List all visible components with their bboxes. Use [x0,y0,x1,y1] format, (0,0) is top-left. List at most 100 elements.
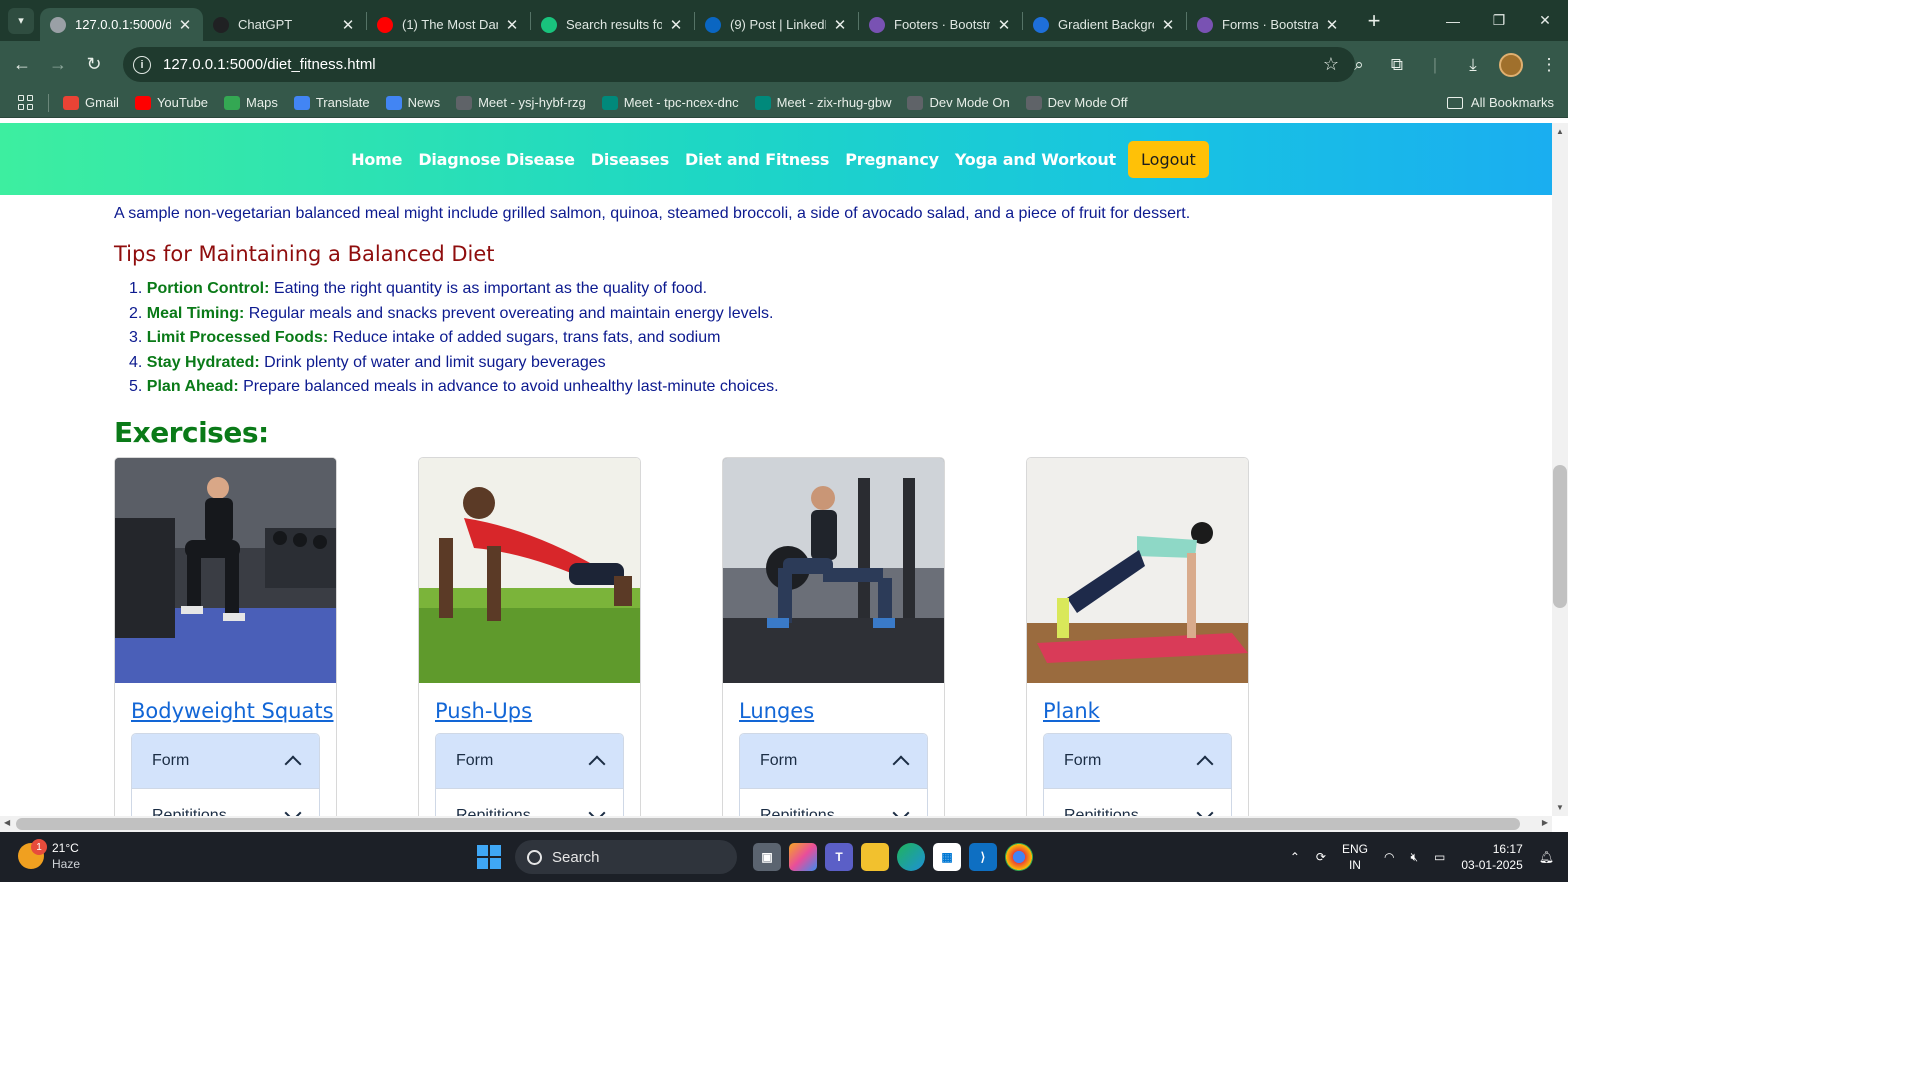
scroll-up-icon[interactable]: ▲ [1556,127,1564,136]
accordion-repetitions-header[interactable]: Repititions [436,788,623,816]
notification-bell-icon[interactable]: 🔔︎ [1539,850,1554,864]
accordion-repetitions-header[interactable]: Repititions [132,788,319,816]
accordion-form-header[interactable]: Form [132,734,319,788]
profile-avatar[interactable] [1492,52,1530,77]
google-lens-icon[interactable]: ⌕ [1340,55,1378,75]
nav-link-yoga-and-workout[interactable]: Yoga and Workout [955,150,1116,169]
bookmark-item[interactable]: Meet - tpc-ncex-dnc [601,95,739,110]
vscode-icon[interactable]: ⟩ [969,843,997,871]
close-tab-icon[interactable]: ✕ [996,16,1012,34]
task-view-icon[interactable]: ▣ [753,843,781,871]
close-tab-icon[interactable]: ✕ [177,16,193,34]
close-tab-icon[interactable]: ✕ [832,16,848,34]
site-info-icon[interactable]: i [133,55,151,74]
extensions-icon[interactable]: ⧉ [1378,55,1416,75]
exercise-title-link[interactable]: Push-Ups [435,699,640,724]
taskbar-search[interactable]: Search [515,840,737,874]
bookmark-star-icon[interactable]: ☆ [1323,54,1339,75]
language-indicator[interactable]: ENG IN [1342,841,1368,873]
close-tab-icon[interactable]: ✕ [504,16,520,34]
exercise-title-link[interactable]: Lunges [739,699,944,724]
close-window-icon[interactable]: ✕ [1522,0,1568,41]
wifi-icon[interactable]: ◠ [1384,850,1394,864]
browser-tab[interactable]: Gradient Background ✕ [1023,8,1186,41]
reload-icon[interactable]: ↻ [76,47,112,83]
bookmark-item[interactable]: Meet - ysj-hybf-rzg [456,95,586,110]
copilot-icon[interactable] [789,843,817,871]
back-icon[interactable]: ← [4,47,40,83]
sync-icon[interactable]: ⟳ [1316,850,1326,864]
bookmark-item[interactable]: Gmail [63,95,119,110]
chevron-up-icon[interactable]: ⌃ [1290,850,1300,864]
teams-icon[interactable]: T [825,843,853,871]
scroll-down-icon[interactable]: ▼ [1556,803,1564,812]
battery-icon[interactable]: ▭ [1434,850,1445,864]
close-tab-icon[interactable]: ✕ [1324,16,1340,34]
bookmark-item[interactable]: Translate [293,95,370,110]
url-text[interactable]: 127.0.0.1:5000/diet_fitness.html [163,56,376,73]
download-icon[interactable]: ⤓ [1454,55,1492,75]
bookmark-item[interactable]: YouTube [134,95,209,110]
window-controls: — ❐ ✕ [1430,0,1568,41]
nav-link-diseases[interactable]: Diseases [591,150,669,169]
nav-link-home[interactable]: Home [351,150,402,169]
file-explorer-icon[interactable] [861,843,889,871]
weather-condition: Haze [52,857,81,871]
exercise-title-link[interactable]: Bodyweight Squats [131,699,336,724]
exercise-card: Lunges Form Repititions [722,457,945,816]
new-tab-button[interactable]: + [1362,8,1386,34]
accordion-repetitions-header[interactable]: Repititions [740,788,927,816]
browser-tab[interactable]: (1) The Most Dangerous ✕ [367,8,530,41]
translate-icon [293,95,310,110]
horizontal-scrollbar[interactable]: ◀ ▶ [0,816,1552,832]
vertical-scroll-thumb[interactable] [1553,465,1567,608]
nav-link-diet-and-fitness[interactable]: Diet and Fitness [685,150,829,169]
weather-widget[interactable]: 1 21°C Haze [18,839,81,872]
horizontal-scroll-thumb[interactable] [16,818,1520,830]
accordion-form-header[interactable]: Form [1044,734,1231,788]
scroll-left-icon[interactable]: ◀ [4,818,10,827]
apps-grid-icon[interactable] [18,94,34,111]
browser-tab[interactable]: Search results for ✕ [531,8,694,41]
address-bar[interactable]: i 127.0.0.1:5000/diet_fitness.html ☆ [123,47,1355,82]
close-tab-icon[interactable]: ✕ [1160,16,1176,34]
clock[interactable]: 16:17 03-01-2025 [1461,841,1522,873]
bookmark-item[interactable]: Meet - zix-rhug-gbw [754,95,891,110]
tip-text: Eating the right quantity is as importan… [273,280,708,297]
volume-muted-icon[interactable]: 🔇︎ [1410,850,1418,865]
edge-icon[interactable] [897,843,925,871]
forward-icon[interactable]: → [40,47,76,83]
chrome-icon[interactable] [1005,843,1033,871]
browser-tab[interactable]: Footers · Bootstrap ✕ [859,8,1022,41]
bookmark-label: YouTube [156,95,209,110]
tab-search-button[interactable]: ▾ [8,7,34,34]
tip-number: 3. [129,329,143,346]
browser-tab[interactable]: 127.0.0.1:5000/diet_fitness.html ✕ [40,8,203,41]
accordion-form-header[interactable]: Form [436,734,623,788]
bookmark-item[interactable]: Dev Mode On [907,95,1010,110]
restore-icon[interactable]: ❐ [1476,0,1522,41]
vertical-scrollbar[interactable]: ▲ ▼ [1552,123,1568,816]
browser-tab[interactable]: (9) Post | LinkedIn ✕ [695,8,858,41]
menu-icon[interactable]: ⋮ [1530,55,1568,75]
bookmark-label: Maps [246,95,278,110]
scroll-right-icon[interactable]: ▶ [1542,818,1548,827]
exercise-title-link[interactable]: Plank [1043,699,1248,724]
store-icon[interactable]: ▦ [933,843,961,871]
windows-start-icon[interactable] [477,845,501,869]
close-tab-icon[interactable]: ✕ [340,16,356,34]
bookmark-item[interactable]: Maps [224,95,278,110]
all-bookmarks-button[interactable]: All Bookmarks [1446,95,1554,110]
logout-button[interactable]: Logout [1128,140,1209,178]
accordion-repetitions-header[interactable]: Repititions [1044,788,1231,816]
bookmark-item[interactable]: News [385,95,440,110]
temperature: 21°C [52,841,79,855]
minimize-icon[interactable]: — [1430,0,1476,41]
bookmark-item[interactable]: Dev Mode Off [1025,95,1128,110]
nav-link-pregnancy[interactable]: Pregnancy [845,150,939,169]
nav-link-diagnose-disease[interactable]: Diagnose Disease [418,150,575,169]
close-tab-icon[interactable]: ✕ [668,16,684,34]
browser-tab[interactable]: Forms · Bootstrap ✕ [1187,8,1350,41]
accordion-form-header[interactable]: Form [740,734,927,788]
browser-tab[interactable]: ChatGPT ✕ [203,8,366,41]
